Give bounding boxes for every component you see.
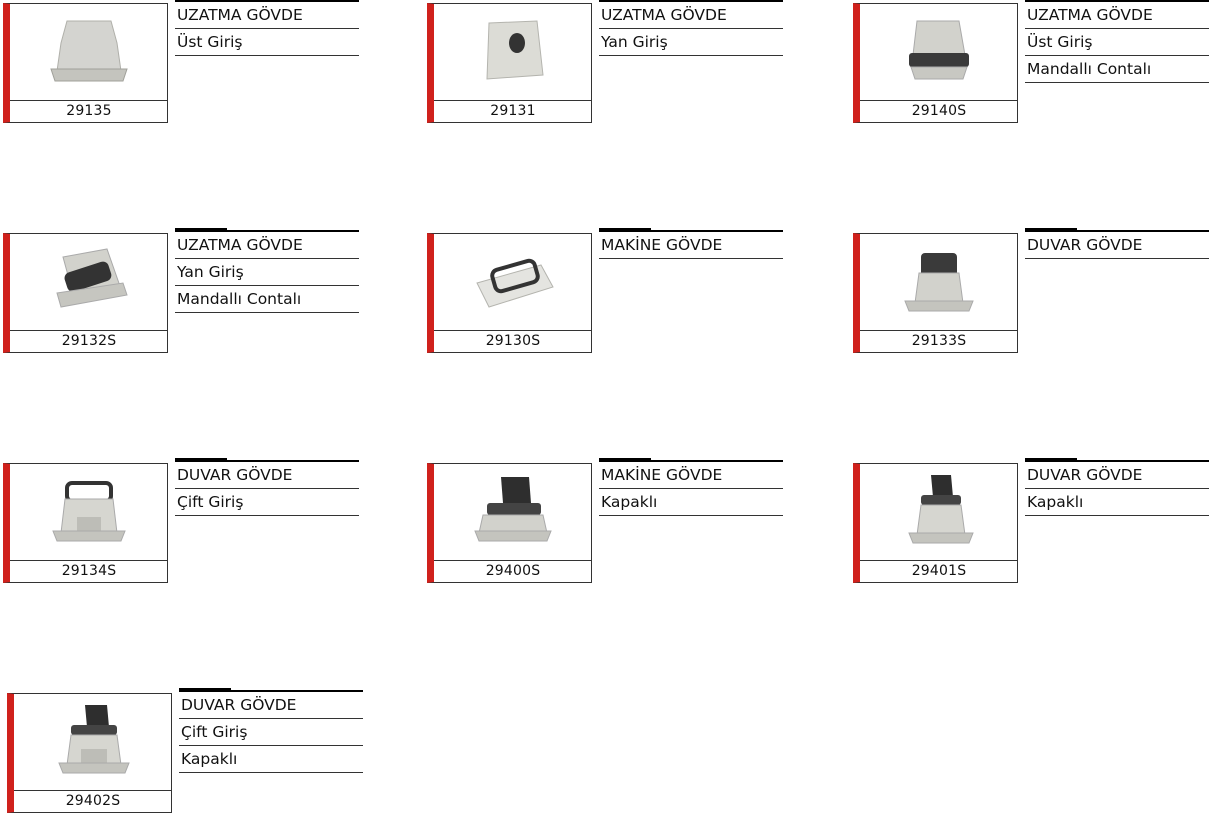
- extension-housing-icon: [486, 20, 544, 80]
- product-item: 29401S DUVAR GÖVDE Kapaklı: [853, 458, 1212, 587]
- product-info: DUVAR GÖVDE: [1025, 228, 1209, 259]
- title-accent-bar: [175, 458, 227, 462]
- product-detail: Yan Giriş: [599, 29, 783, 56]
- product-card: 29133S: [853, 233, 1018, 353]
- product-card: 29140S: [853, 3, 1018, 123]
- product-detail: Çift Giriş: [179, 719, 363, 746]
- title-accent-bar: [599, 458, 651, 462]
- product-image: [860, 4, 1018, 100]
- product-item: 29130S MAKİNE GÖVDE: [427, 228, 787, 357]
- product-code: 29134S: [10, 560, 168, 582]
- title-accent-bar: [599, 228, 651, 232]
- title-accent-bar: [1025, 228, 1077, 232]
- product-card: 29135: [3, 3, 168, 123]
- product-code: 29130S: [434, 330, 592, 352]
- product-card: 29131: [427, 3, 592, 123]
- product-item: 29132S UZATMA GÖVDE Yan Giriş Mandallı C…: [3, 228, 363, 357]
- extension-housing-icon: [909, 20, 969, 80]
- product-code: 29400S: [434, 560, 592, 582]
- extension-housing-icon: [50, 20, 128, 82]
- product-detail: Mandallı Contalı: [175, 286, 359, 313]
- product-item: 29134S DUVAR GÖVDE Çift Giriş: [3, 458, 363, 587]
- product-detail: Yan Giriş: [175, 259, 359, 286]
- wall-housing-icon: [52, 481, 126, 542]
- product-detail: Mandallı Contalı: [1025, 56, 1209, 83]
- product-info: DUVAR GÖVDE Çift Giriş: [175, 458, 359, 516]
- product-info: UZATMA GÖVDE Yan Giriş: [599, 0, 783, 56]
- product-info: UZATMA GÖVDE Üst Giriş: [175, 0, 359, 56]
- title-accent-bar: [179, 688, 231, 692]
- product-info: MAKİNE GÖVDE Kapaklı: [599, 458, 783, 516]
- product-code: 29132S: [10, 330, 168, 352]
- title-accent-bar: [599, 0, 651, 2]
- product-detail: Üst Giriş: [1025, 29, 1209, 56]
- machine-housing-icon: [476, 258, 554, 308]
- product-detail: Çift Giriş: [175, 489, 359, 516]
- product-image: [434, 234, 592, 330]
- title-accent-bar: [175, 0, 227, 2]
- product-info: MAKİNE GÖVDE: [599, 228, 783, 259]
- product-detail: Kapaklı: [179, 746, 363, 773]
- product-title: MAKİNE GÖVDE: [599, 462, 783, 489]
- product-item: 29402S DUVAR GÖVDE Çift Giriş Kapaklı: [7, 688, 367, 817]
- product-title: UZATMA GÖVDE: [175, 232, 359, 259]
- product-info: DUVAR GÖVDE Çift Giriş Kapaklı: [179, 688, 363, 773]
- product-code: 29133S: [860, 330, 1018, 352]
- product-title: DUVAR GÖVDE: [1025, 462, 1209, 489]
- product-card: 29402S: [7, 693, 172, 813]
- product-item: 29131 UZATMA GÖVDE Yan Giriş: [427, 0, 787, 127]
- product-info: UZATMA GÖVDE Yan Giriş Mandallı Contalı: [175, 228, 359, 313]
- title-accent-bar: [1025, 458, 1077, 462]
- product-item: 29135 UZATMA GÖVDE Üst Giriş: [3, 0, 363, 127]
- product-card: 29400S: [427, 463, 592, 583]
- product-code: 29135: [10, 100, 168, 122]
- wall-housing-icon: [58, 705, 130, 774]
- product-image: [860, 464, 1018, 560]
- extension-housing-icon: [56, 248, 128, 308]
- product-image: [10, 464, 168, 560]
- product-title: DUVAR GÖVDE: [179, 692, 363, 719]
- product-detail: Üst Giriş: [175, 29, 359, 56]
- product-card: 29134S: [3, 463, 168, 583]
- product-code: 29401S: [860, 560, 1018, 582]
- title-accent-bar: [1025, 0, 1077, 2]
- product-title: DUVAR GÖVDE: [175, 462, 359, 489]
- product-title: MAKİNE GÖVDE: [599, 232, 783, 259]
- product-image: [10, 4, 168, 100]
- product-image: [10, 234, 168, 330]
- product-title: UZATMA GÖVDE: [175, 2, 359, 29]
- product-title: UZATMA GÖVDE: [599, 2, 783, 29]
- product-title: UZATMA GÖVDE: [1025, 2, 1209, 29]
- product-image: [14, 694, 172, 790]
- machine-housing-icon: [474, 477, 552, 542]
- product-item: 29133S DUVAR GÖVDE: [853, 228, 1212, 357]
- product-image: [434, 4, 592, 100]
- product-code: 29402S: [14, 790, 172, 812]
- product-card: 29132S: [3, 233, 168, 353]
- wall-housing-icon: [908, 475, 974, 544]
- product-detail: Kapaklı: [599, 489, 783, 516]
- product-image: [860, 234, 1018, 330]
- wall-housing-icon: [904, 253, 974, 312]
- product-title: DUVAR GÖVDE: [1025, 232, 1209, 259]
- product-code: 29131: [434, 100, 592, 122]
- product-info: DUVAR GÖVDE Kapaklı: [1025, 458, 1209, 516]
- product-code: 29140S: [860, 100, 1018, 122]
- title-accent-bar: [175, 228, 227, 232]
- product-info: UZATMA GÖVDE Üst Giriş Mandallı Contalı: [1025, 0, 1209, 83]
- product-image: [434, 464, 592, 560]
- product-card: 29130S: [427, 233, 592, 353]
- product-item: 29400S MAKİNE GÖVDE Kapaklı: [427, 458, 787, 587]
- product-card: 29401S: [853, 463, 1018, 583]
- product-detail: Kapaklı: [1025, 489, 1209, 516]
- product-item: 29140S UZATMA GÖVDE Üst Giriş Mandallı C…: [853, 0, 1212, 127]
